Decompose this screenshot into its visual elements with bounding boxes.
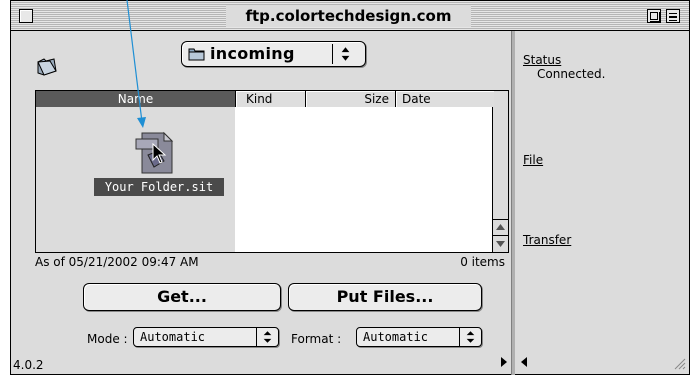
popup-arrows-icon bbox=[256, 328, 272, 346]
get-button[interactable]: Get... bbox=[83, 283, 281, 311]
folder-popup-label: incoming bbox=[210, 44, 295, 63]
expand-right-icon[interactable] bbox=[499, 356, 509, 368]
folder-icon bbox=[37, 58, 57, 76]
popup-arrows-icon bbox=[332, 44, 350, 64]
item-count: 0 items bbox=[460, 255, 505, 269]
close-box[interactable] bbox=[19, 9, 33, 23]
format-value: Automatic bbox=[363, 330, 429, 344]
mode-label: Mode : bbox=[87, 332, 128, 346]
resize-grip-icon[interactable] bbox=[669, 353, 687, 371]
column-header-kind[interactable]: Kind bbox=[236, 91, 306, 107]
popup-arrows-icon bbox=[459, 328, 475, 346]
status-heading[interactable]: Status bbox=[523, 53, 561, 67]
title-bar[interactable]: ftp.colortechdesign.com bbox=[11, 1, 689, 31]
ftp-window: ftp.colortechdesign.com incoming Name Ki… bbox=[10, 0, 690, 375]
scroll-up-button[interactable] bbox=[493, 219, 508, 235]
put-files-button[interactable]: Put Files... bbox=[288, 283, 482, 311]
folder-popup[interactable]: incoming bbox=[181, 41, 366, 67]
as-of-timestamp: As of 05/21/2002 09:47 AM bbox=[35, 255, 199, 269]
format-label: Format : bbox=[291, 332, 342, 346]
folder-icon bbox=[188, 48, 205, 61]
window-title: ftp.colortechdesign.com bbox=[226, 5, 471, 27]
scrollbar[interactable] bbox=[492, 107, 508, 252]
arrow-down-icon bbox=[496, 241, 505, 247]
column-header-name[interactable]: Name bbox=[36, 91, 236, 107]
mode-value: Automatic bbox=[140, 330, 206, 344]
scroll-down-button[interactable] bbox=[493, 235, 508, 251]
collapse-box[interactable] bbox=[666, 9, 680, 23]
zoom-box[interactable] bbox=[647, 9, 661, 23]
file-heading[interactable]: File bbox=[523, 153, 543, 167]
column-header-size[interactable]: Size bbox=[306, 91, 396, 107]
status-value: Connected. bbox=[537, 67, 606, 81]
info-panel: Status Connected. File Transfer bbox=[515, 31, 689, 374]
status-line: As of 05/21/2002 09:47 AM 0 items bbox=[35, 254, 509, 270]
version-label: 4.0.2 bbox=[13, 358, 44, 372]
arrow-up-icon bbox=[496, 224, 505, 230]
file-name-label: Your Folder.sit bbox=[94, 178, 224, 196]
format-popup[interactable]: Automatic bbox=[356, 327, 482, 347]
file-list[interactable]: Your Folder.sit bbox=[35, 107, 509, 253]
mode-popup[interactable]: Automatic bbox=[133, 327, 279, 347]
list-header: Name Kind Size Date bbox=[35, 90, 509, 108]
column-header-date[interactable]: Date bbox=[396, 91, 494, 107]
mouse-cursor-icon bbox=[152, 143, 167, 164]
collapse-left-icon[interactable] bbox=[519, 356, 529, 368]
transfer-heading[interactable]: Transfer bbox=[523, 233, 571, 247]
